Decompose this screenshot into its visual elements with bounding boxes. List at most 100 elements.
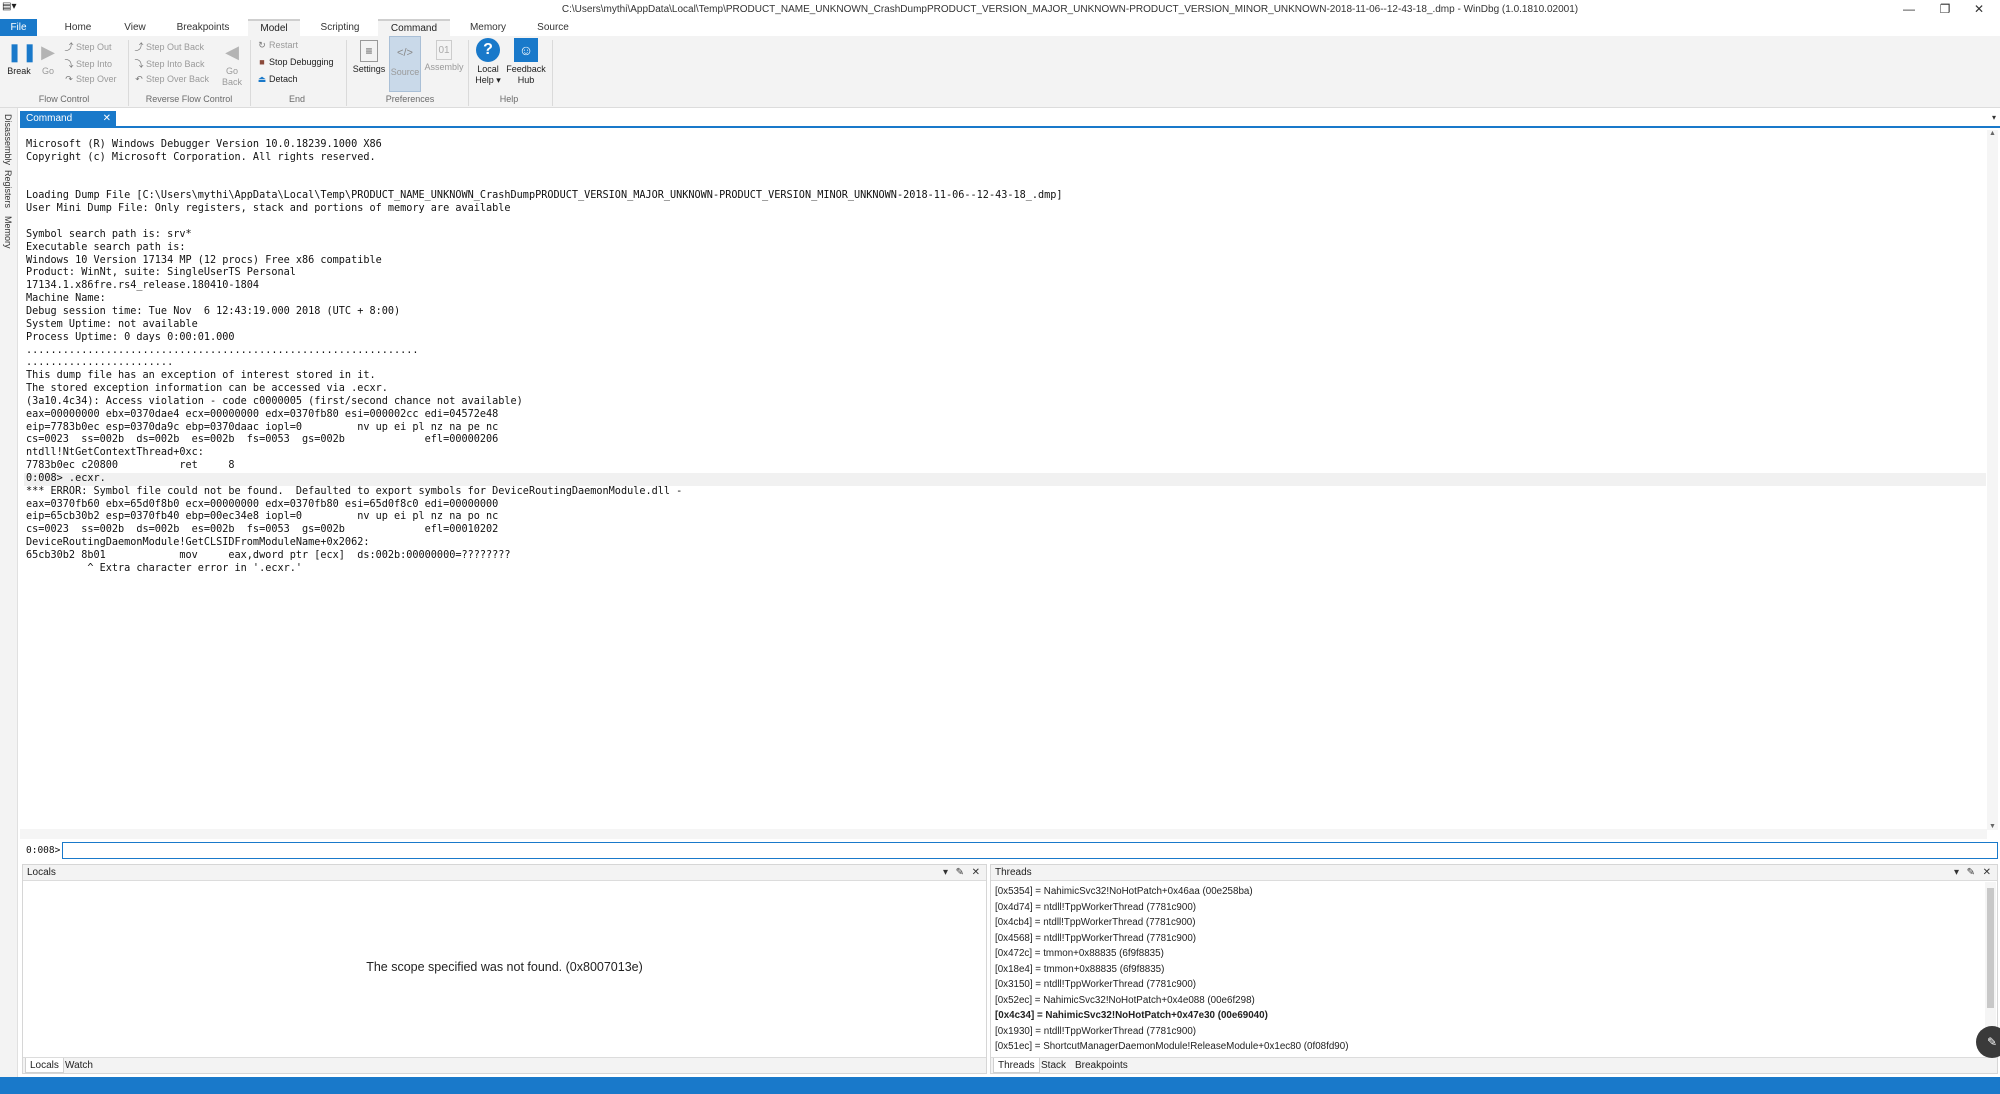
- scroll-up-icon[interactable]: ▲: [1987, 130, 1998, 137]
- tab-watch[interactable]: Watch: [61, 1058, 97, 1073]
- console-line: ........................: [26, 357, 174, 369]
- close-button[interactable]: ✕: [1956, 0, 2000, 19]
- tab-model[interactable]: Model: [248, 19, 300, 36]
- go-button[interactable]: ▶ Go: [34, 40, 62, 77]
- step-over-button[interactable]: ↷ Step Over: [64, 74, 116, 85]
- locals-footer-tabs: Locals Watch: [23, 1057, 986, 1073]
- threads-footer-tabs: Threads Stack Breakpoints: [991, 1057, 1997, 1073]
- ribbon-tabs: File Home View Breakpoints Model Scripti…: [0, 19, 2000, 36]
- thread-item[interactable]: [0x52ec] = NahimicSvc32!NoHotPatch+0x4e0…: [995, 993, 1983, 1009]
- console-line: 65cb30b2 8b01 mov eax,dword ptr [ecx] ds…: [26, 550, 511, 561]
- assembly-mode-button[interactable]: 01 Assembly: [423, 40, 465, 73]
- command-input[interactable]: [62, 842, 1998, 859]
- console-line: User Mini Dump File: Only registers, sta…: [26, 203, 511, 215]
- ribbon-separator: [552, 40, 553, 106]
- dropdown-icon[interactable]: ▾: [943, 865, 948, 881]
- thread-item[interactable]: [0x472c] = tmmon+0x88835 (6f9f8835): [995, 946, 1983, 962]
- tab-file[interactable]: File: [0, 19, 37, 36]
- console-line: 0:008> .ecxr.: [26, 472, 106, 484]
- go-back-button[interactable]: ◀ Go Back: [219, 40, 245, 88]
- thread-item[interactable]: [0x51ec] = ShortcutManagerDaemonModule!R…: [995, 1039, 1983, 1055]
- rail-tab-disassembly[interactable]: Disassembly: [3, 114, 13, 165]
- tab-command-pane[interactable]: Command ✕: [20, 111, 116, 126]
- restart-icon: ↻: [258, 40, 266, 50]
- rail-tab-memory[interactable]: Memory: [3, 216, 13, 249]
- tab-scripting[interactable]: Scripting: [312, 19, 368, 36]
- tab-breakpoints[interactable]: Breakpoints: [170, 19, 236, 36]
- tab-home[interactable]: Home: [54, 19, 102, 36]
- close-icon[interactable]: ✕: [972, 865, 980, 881]
- dropdown-icon[interactable]: ▾: [1954, 865, 1959, 881]
- console-line: Windows 10 Version 17134 MP (12 procs) F…: [26, 254, 382, 266]
- source-mode-button[interactable]: </> Source: [389, 36, 421, 92]
- locals-title: Locals: [27, 867, 56, 878]
- console-vertical-scrollbar[interactable]: ▲ ▼: [1987, 130, 1998, 830]
- thread-item[interactable]: [0x4d74] = ntdll!TppWorkerThread (7781c9…: [995, 900, 1983, 916]
- eject-icon: ⏏: [257, 74, 267, 84]
- scroll-down-icon[interactable]: ▼: [1987, 823, 1998, 830]
- tab-breakpoints-pane[interactable]: Breakpoints: [1071, 1058, 1132, 1073]
- console-line: Microsoft (R) Windows Debugger Version 1…: [26, 139, 382, 150]
- step-into-back-button[interactable]: ⤵ Step Into Back: [134, 57, 204, 70]
- step-over-back-button[interactable]: ↶ Step Over Back: [134, 74, 209, 85]
- step-out-back-button[interactable]: ⤴ Step Out Back: [134, 40, 204, 53]
- feedback-hub-label: Feedback Hub: [506, 64, 546, 85]
- thread-item[interactable]: [0x4c34] = NahimicSvc32!NoHotPatch+0x47e…: [995, 1008, 1983, 1024]
- console-line: Executable search path is:: [26, 241, 186, 253]
- feedback-hub-button[interactable]: ☺ Feedback Hub: [506, 38, 546, 86]
- console-line: cs=0023 ss=002b ds=002b es=002b fs=0053 …: [26, 434, 499, 446]
- pin-icon[interactable]: ✎: [956, 865, 964, 881]
- console-line: Copyright (c) Microsoft Corporation. All…: [26, 151, 376, 163]
- thread-item[interactable]: [0x5354] = NahimicSvc32!NoHotPatch+0x46a…: [995, 884, 1983, 900]
- thread-item[interactable]: [0x4568] = ntdll!TppWorkerThread (7781c9…: [995, 931, 1983, 947]
- scrollbar-thumb[interactable]: [1987, 888, 1994, 1008]
- title-bar: ▤▾ C:\Users\mythi\AppData\Local\Temp\PRO…: [0, 0, 2000, 19]
- thread-item[interactable]: [0x3150] = ntdll!TppWorkerThread (7781c9…: [995, 977, 1983, 993]
- settings-button[interactable]: ≡ Settings: [350, 40, 388, 75]
- restart-label: Restart: [269, 40, 299, 50]
- ribbon-separator: [250, 40, 251, 106]
- close-icon[interactable]: ✕: [103, 111, 111, 126]
- threads-header: Threads ▾ ✎ ✕: [991, 865, 1997, 881]
- console-line: ^ Extra character error in '.ecxr.': [26, 562, 303, 574]
- local-help-button[interactable]: ? Local Help ▾: [472, 38, 504, 86]
- tab-threads[interactable]: Threads: [993, 1058, 1040, 1073]
- group-end: End: [288, 94, 305, 104]
- thread-item[interactable]: [0x4cb4] = ntdll!TppWorkerThread (7781c9…: [995, 915, 1983, 931]
- rail-tab-registers[interactable]: Registers: [3, 170, 13, 208]
- close-icon[interactable]: ✕: [1983, 865, 1991, 881]
- command-tab-label: Command: [26, 113, 73, 124]
- assembly-icon: 01: [436, 40, 452, 60]
- tab-source[interactable]: Source: [526, 19, 580, 36]
- tab-underline: [20, 126, 2000, 128]
- tab-view[interactable]: View: [112, 19, 158, 36]
- tab-locals[interactable]: Locals: [25, 1058, 64, 1073]
- step-out-label: Step Out: [76, 42, 112, 52]
- thread-item[interactable]: [0x1930] = ntdll!TppWorkerThread (7781c9…: [995, 1024, 1983, 1040]
- tab-command[interactable]: Command: [378, 19, 450, 36]
- step-into-label: Step Into: [76, 59, 113, 69]
- go-back-label: Go Back: [221, 66, 242, 87]
- tab-memory[interactable]: Memory: [460, 19, 516, 36]
- detach-button[interactable]: ⏏ Detach: [257, 74, 298, 85]
- thread-item[interactable]: [0x18e4] = tmmon+0x88835 (6f9f8835): [995, 962, 1983, 978]
- step-into-icon: ⤵: [64, 59, 74, 69]
- assembly-mode-label: Assembly: [424, 62, 464, 72]
- step-into-button[interactable]: ⤵ Step Into: [64, 57, 112, 70]
- threads-title: Threads: [995, 867, 1032, 878]
- go-label: Go: [41, 66, 54, 76]
- restart-button[interactable]: ↻ Restart: [257, 40, 298, 51]
- console-line: eax=00000000 ebx=0370dae4 ecx=00000000 e…: [26, 408, 499, 420]
- console-line: This dump file has an exception of inter…: [26, 370, 376, 382]
- pin-icon[interactable]: ✎: [1967, 865, 1975, 881]
- tab-stack[interactable]: Stack: [1037, 1058, 1070, 1073]
- break-button[interactable]: ❚❚ Break: [4, 40, 37, 77]
- stop-debugging-button[interactable]: ■ Stop Debugging: [257, 57, 333, 67]
- step-out-button[interactable]: ⤴ Step Out: [64, 40, 112, 53]
- console-line: Loading Dump File [C:\Users\mythi\AppDat…: [26, 190, 1063, 202]
- pane-menu-icon[interactable]: ▾: [1992, 113, 1996, 122]
- feedback-bubble-button[interactable]: ✎: [1976, 1026, 2000, 1058]
- detach-label: Detach: [269, 74, 298, 84]
- console-horizontal-scrollbar[interactable]: [20, 829, 1987, 839]
